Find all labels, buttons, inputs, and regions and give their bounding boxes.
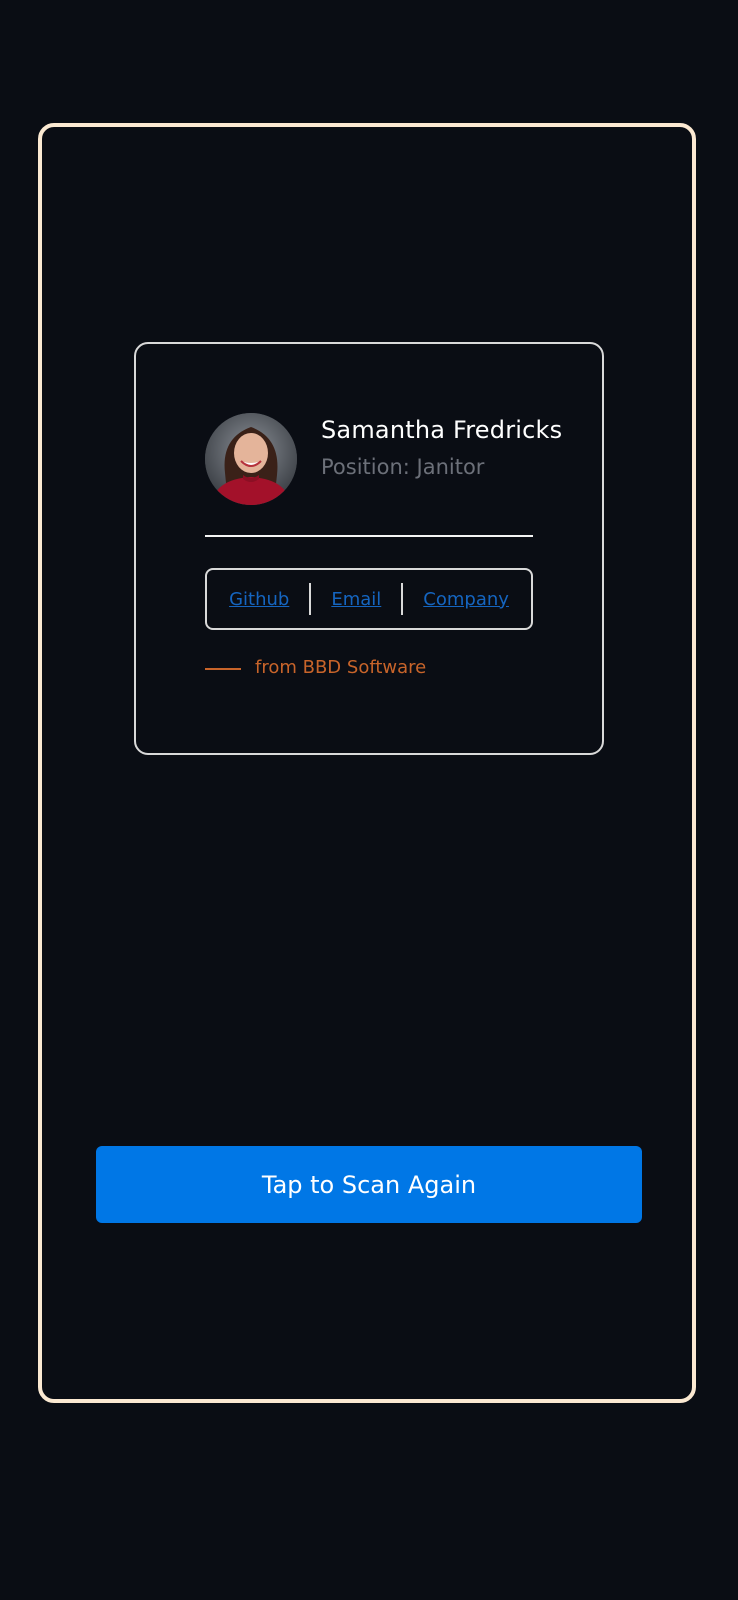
company-link[interactable]: Company: [403, 589, 529, 610]
profile-name: Samantha Fredricks: [321, 416, 563, 444]
links-box: Github Email Company: [205, 568, 533, 630]
divider: [205, 535, 533, 537]
from-company-text: from BBD Software: [255, 657, 427, 678]
github-link[interactable]: Github: [209, 589, 309, 610]
scan-again-button[interactable]: Tap to Scan Again: [96, 1146, 642, 1223]
avatar: [205, 413, 297, 505]
email-link[interactable]: Email: [311, 589, 401, 610]
accent-line: [205, 668, 241, 670]
profile-position: Position: Janitor: [321, 455, 485, 479]
person-photo-icon: [205, 413, 297, 505]
profile-card: [134, 342, 604, 755]
